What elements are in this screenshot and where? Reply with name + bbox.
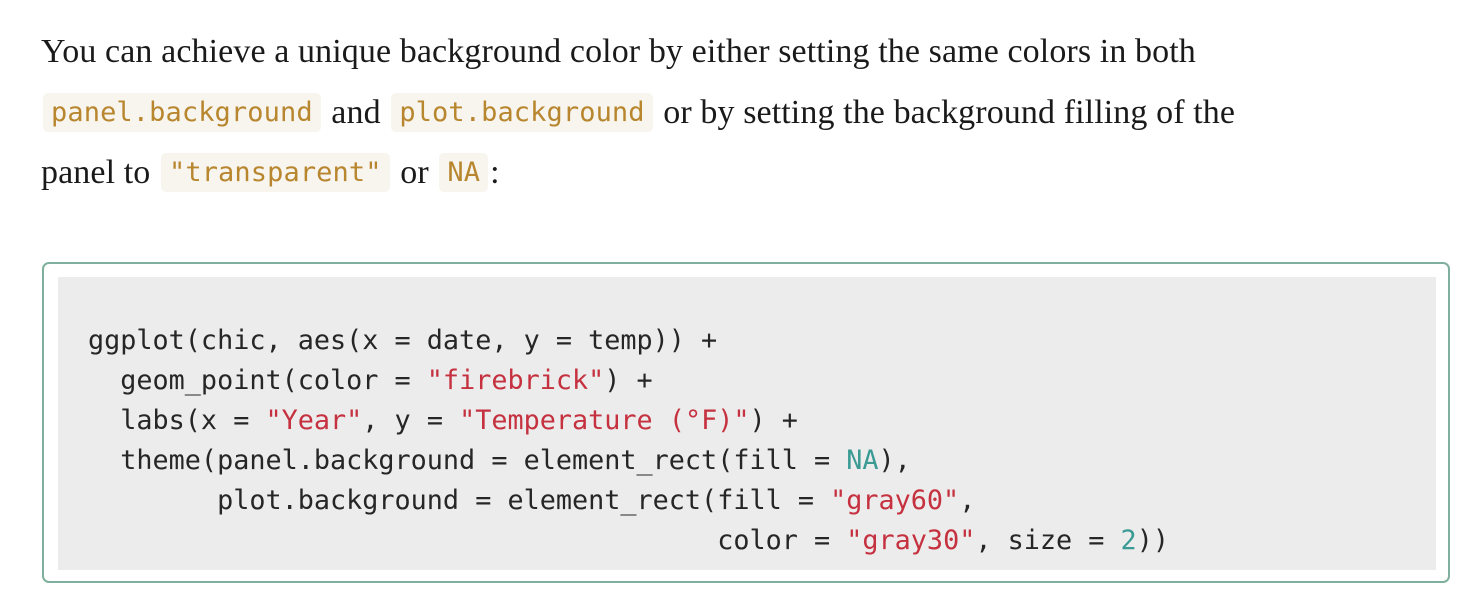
code-string: "firebrick" [426,365,605,396]
code-line-6: color = "gray30", size = 2)) [88,525,1169,556]
inline-code-plot-background: plot.background [391,92,653,132]
code-string: "gray30" [846,525,976,556]
code-token: ) + [749,405,798,436]
code-string: "Year" [265,405,363,436]
code-token: ) + [604,365,653,396]
inline-code-na: NA [439,153,489,192]
paragraph-text-2: or by setting the background filling of … [663,93,1236,131]
code-token: theme(panel.background = element_rect(fi… [88,445,847,476]
code-token: , [959,485,976,516]
code-listing[interactable]: ggplot(chic, aes(x = date, y = temp)) + … [88,321,1169,561]
code-token: plot.background = element_rect(fill = [88,485,831,516]
code-line-2: geom_point(color = "firebrick") + [88,365,653,396]
code-string: "gray60" [830,485,960,516]
code-token: color = [88,525,847,556]
code-line-3: labs(x = "Year", y = "Temperature (°F)")… [88,405,798,436]
code-block: ggplot(chic, aes(x = date, y = temp)) + … [42,262,1450,583]
code-token: geom_point(color = [88,365,427,396]
code-number: 2 [1120,525,1137,556]
paragraph-text-1: You can achieve a unique background colo… [41,33,1196,70]
code-line-5: plot.background = element_rect(fill = "g… [88,485,975,516]
paragraph-text-3: panel to [41,154,151,191]
code-token: , size = [975,525,1121,556]
code-block-background: ggplot(chic, aes(x = date, y = temp)) + … [58,277,1436,570]
explanation-paragraph: You can achieve a unique background colo… [41,22,1461,204]
code-line-4: theme(panel.background = element_rect(fi… [88,445,911,476]
code-token: ggplot(chic, aes(x = date, y = temp)) + [88,325,718,356]
paragraph-line-2: panel.background and plot.background or … [41,83,1461,144]
code-token: )) [1136,525,1169,556]
paragraph-colon: : [490,154,500,191]
code-string: "Temperature (°F)" [459,405,750,436]
inline-code-panel-background: panel.background [43,92,321,132]
code-token: labs(x = [88,405,266,436]
code-line-1: ggplot(chic, aes(x = date, y = temp)) + [88,325,717,356]
code-literal: NA [846,445,879,476]
code-token: ), [878,445,911,476]
paragraph-text-or: or [400,154,429,191]
paragraph-line-3: panel to "transparent" or NA: [41,143,1461,204]
paragraph-text-and: and [331,93,381,131]
code-token: , y = [362,405,460,436]
inline-code-transparent: "transparent" [160,153,390,192]
paragraph-line-1: You can achieve a unique background colo… [41,22,1461,83]
